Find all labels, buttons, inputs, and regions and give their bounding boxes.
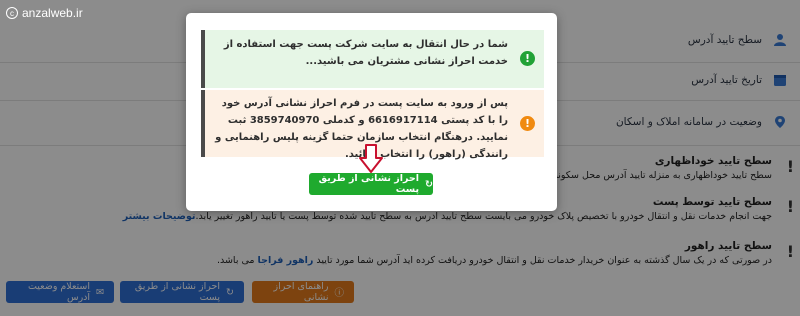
watermark-text: anzalweb.ir bbox=[22, 6, 83, 20]
copyright-icon: c bbox=[6, 7, 18, 19]
exclamation-icon: ! bbox=[520, 51, 535, 66]
exclamation-icon: ! bbox=[520, 116, 535, 131]
redirect-modal: ! شما در حال انتقال به سایت شرکت پست جهت… bbox=[186, 13, 557, 211]
watermark: c anzalweb.ir bbox=[6, 6, 83, 20]
redirect-alert-text: شما در حال انتقال به سایت شرکت پست جهت ا… bbox=[223, 39, 508, 67]
post-verify-cta-button[interactable]: ↻ احراز نشانی از طریق پست bbox=[309, 173, 433, 195]
redirect-alert: ! شما در حال انتقال به سایت شرکت پست جهت… bbox=[201, 30, 544, 88]
external-link-icon: ↻ bbox=[425, 178, 433, 190]
down-arrow-icon bbox=[359, 144, 383, 173]
